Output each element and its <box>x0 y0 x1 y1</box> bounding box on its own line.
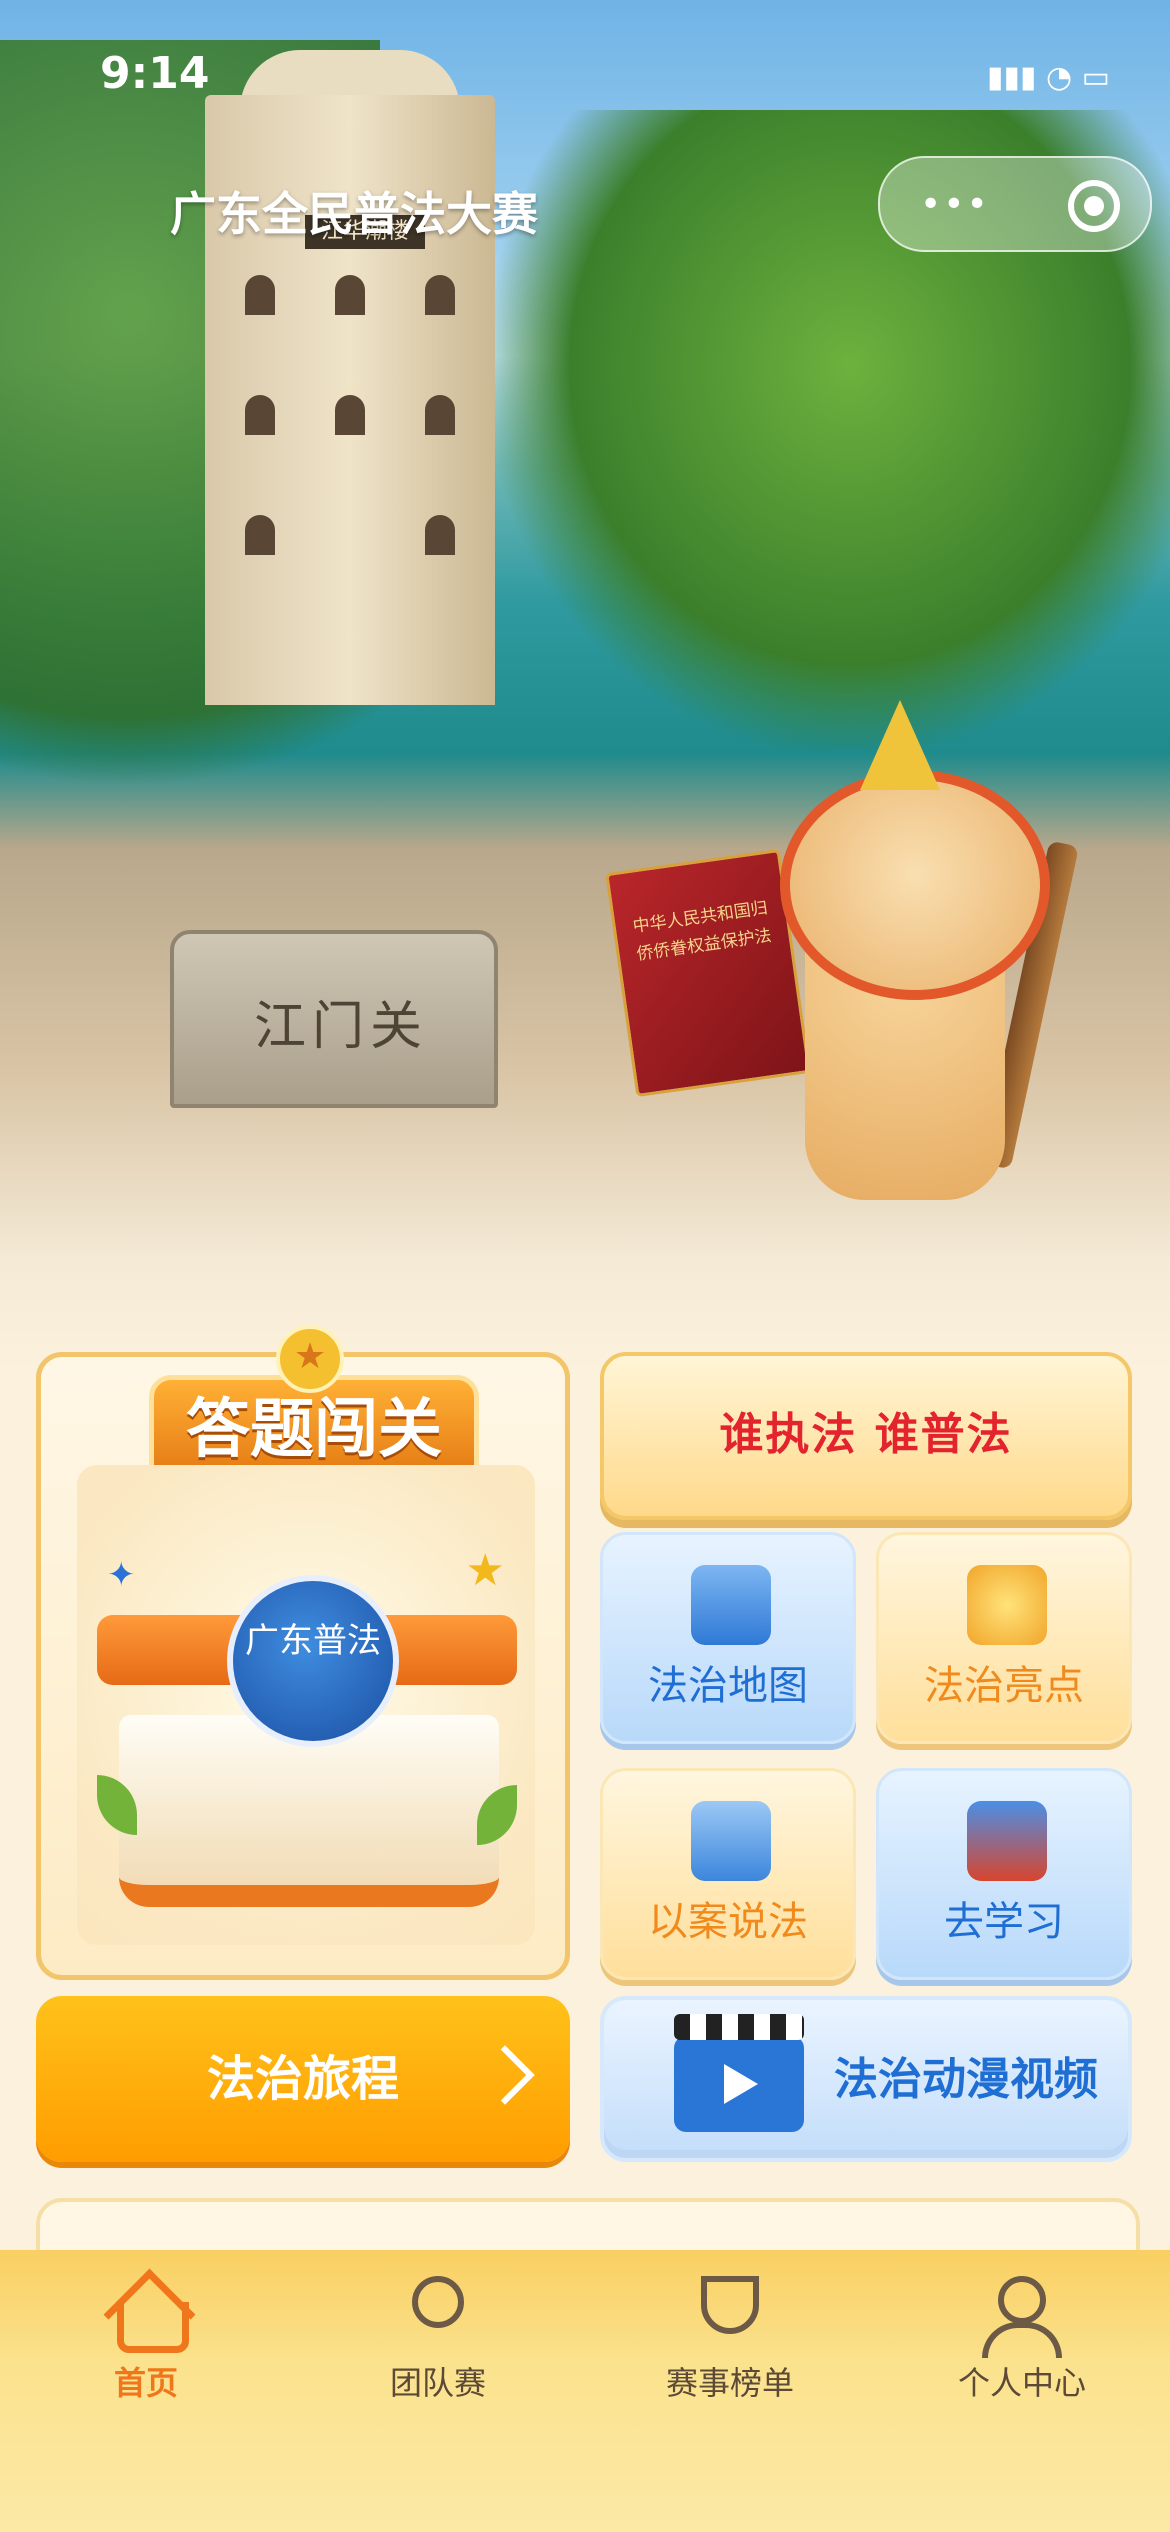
tile-law-highlights[interactable]: 法治亮点 <box>876 1532 1132 1744</box>
user-icon <box>982 2276 1062 2358</box>
sparkle-icon: ✦ <box>107 1555 136 1595</box>
law-scroll-icon <box>691 1801 771 1881</box>
clapperboard-icon <box>674 2014 804 2132</box>
tab-profile[interactable]: 个人中心 <box>876 2250 1168 2450</box>
gate-stone-text: 江门关 <box>254 997 429 1057</box>
slogan-banner[interactable]: 谁执法 谁普法 <box>600 1352 1132 1520</box>
quiz-illustration: ✦ ★ 广东普法 <box>77 1465 535 1945</box>
law-book-title: 中华人民共和国归侨侨眷权益保护法 <box>631 898 773 965</box>
mascot-lion-head <box>780 770 1050 1000</box>
guangdong-law-seal: 广东普法 <box>227 1575 399 1747</box>
tile-label: 法治地图 <box>648 1663 808 1709</box>
bottom-tab-bar: 首页 团队赛 赛事榜单 个人中心 <box>0 2250 1170 2532</box>
star-icon: ★ <box>276 1325 344 1393</box>
tab-home[interactable]: 首页 <box>0 2250 292 2450</box>
team-icon <box>412 2276 464 2328</box>
tab-team[interactable]: 团队赛 <box>292 2250 584 2450</box>
tab-leaderboard[interactable]: 赛事榜单 <box>584 2250 876 2450</box>
tile-law-map[interactable]: 法治地图 <box>600 1532 856 1744</box>
law-journey-button[interactable]: 法治旅程 <box>36 1996 570 2162</box>
miniprogram-capsule[interactable]: ••• <box>878 156 1152 252</box>
page-title: 广东全民普法大赛 <box>170 187 538 241</box>
tower-window <box>245 515 275 555</box>
law-video-button[interactable]: 法治动漫视频 <box>600 1996 1132 2162</box>
tower-window <box>425 395 455 435</box>
more-icon[interactable]: ••• <box>920 184 990 225</box>
slogan-text: 谁执法 谁普法 <box>719 1409 1013 1460</box>
tab-label: 首页 <box>113 2364 178 2402</box>
tower-window <box>245 275 275 315</box>
tile-label: 以案说法 <box>648 1899 808 1945</box>
mascot-horn <box>860 700 940 790</box>
gate-stone: 江门关 <box>170 930 498 1108</box>
tile-case-explained[interactable]: 以案说法 <box>600 1768 856 1980</box>
tab-label: 个人中心 <box>957 2364 1086 2402</box>
quiz-card[interactable]: 答题闯关 ★ ✦ ★ 广东普法 <box>36 1325 570 1980</box>
tower-window <box>245 395 275 435</box>
tile-label: 去学习 <box>944 1899 1064 1945</box>
tab-label: 团队赛 <box>389 2364 486 2402</box>
seal-text: 广东普法 <box>245 1621 381 1661</box>
books-stack-icon <box>967 1801 1047 1881</box>
tab-label: 赛事榜单 <box>665 2364 794 2402</box>
status-icons: ▮▮▮ ◔ ▭ <box>986 60 1110 95</box>
clipboard-map-icon <box>691 1565 771 1645</box>
tile-go-study[interactable]: 去学习 <box>876 1768 1132 1980</box>
tower-window <box>425 275 455 315</box>
tile-label: 法治亮点 <box>924 1663 1084 1709</box>
tower-window <box>335 395 365 435</box>
star-icon: ★ <box>465 1545 505 1596</box>
tower-window <box>425 515 455 555</box>
law-video-label: 法治动漫视频 <box>834 2054 1098 2105</box>
home-icon <box>117 2302 189 2353</box>
lightbulb-book-icon <box>967 1565 1047 1645</box>
trophy-icon <box>701 2276 759 2334</box>
close-icon[interactable] <box>1068 180 1120 232</box>
status-time: 9:14 <box>100 48 210 99</box>
tower-window <box>335 275 365 315</box>
